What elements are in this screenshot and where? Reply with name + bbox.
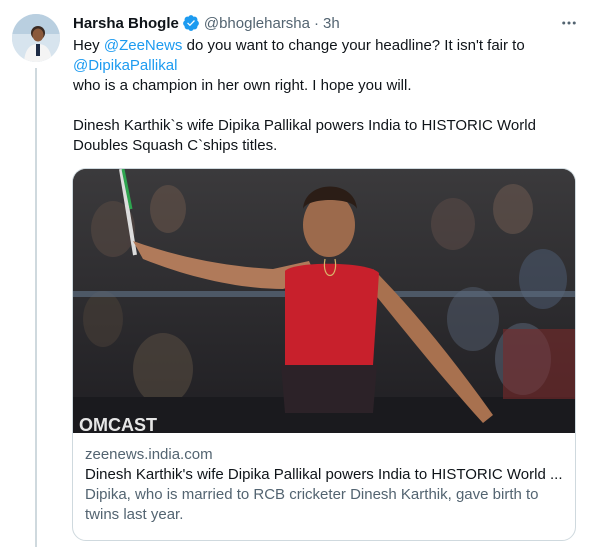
quoted-headline-line-2: Doubles Squash C`ships titles. (73, 137, 278, 154)
tweet[interactable]: Harsha Bhogle @bhogleharsha · 3h Hey @Ze… (0, 0, 598, 547)
quoted-headline-line-1: Dinesh Karthik`s wife Dipika Pallikal po… (73, 117, 536, 134)
tweet-header: Harsha Bhogle @bhogleharsha · 3h (73, 13, 340, 33)
separator-dot: · (314, 14, 319, 32)
tweet-line-1: Hey @ZeeNews do you want to change your … (73, 36, 578, 56)
card-image: OMCAST (73, 169, 575, 433)
image-watermark: OMCAST (79, 415, 157, 433)
more-options-button[interactable] (556, 12, 582, 34)
tweet-timestamp[interactable]: 3h (323, 15, 340, 32)
tweet-text: Hey @ZeeNews do you want to change your … (73, 36, 578, 156)
tweet-text-question: do you want to change your headline? It … (182, 37, 525, 54)
card-title: Dinesh Karthik's wife Dipika Pallikal po… (85, 466, 563, 483)
card-domain: zeenews.india.com (85, 446, 213, 463)
squash-player-photo: OMCAST (73, 169, 575, 433)
author-handle[interactable]: @bhogleharsha (204, 15, 310, 32)
card-description: Dipika, who is married to RCB cricketer … (85, 486, 539, 523)
verified-badge-icon (182, 15, 199, 31)
tweet-line-3: who is a champion in her own right. I ho… (73, 77, 412, 94)
author-name[interactable]: Harsha Bhogle (73, 15, 179, 32)
tweet-text-hey: Hey (73, 37, 104, 54)
mention-dipikapallikal[interactable]: @DipikaPallikal (73, 57, 177, 74)
more-horizontal-icon (562, 21, 576, 25)
card-meta: zeenews.india.com Dinesh Karthik's wife … (85, 445, 565, 525)
link-preview-card[interactable]: OMCAST zeenews.india.com Dinesh Karthik'… (72, 168, 576, 541)
avatar-photo (12, 14, 60, 62)
thread-line (35, 68, 37, 547)
avatar[interactable] (12, 14, 60, 62)
mention-zeenews[interactable]: @ZeeNews (104, 37, 183, 54)
